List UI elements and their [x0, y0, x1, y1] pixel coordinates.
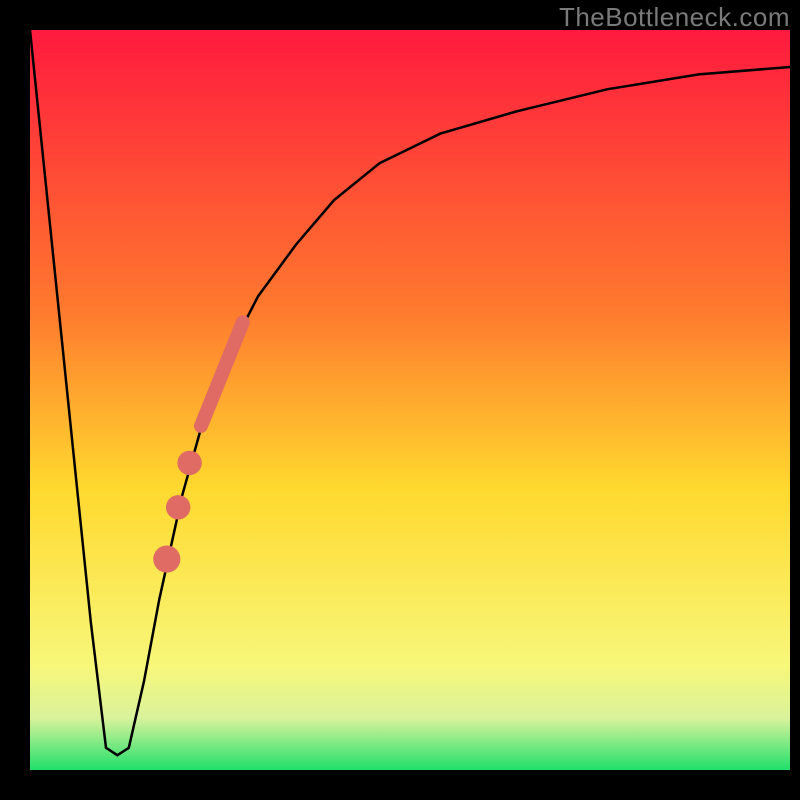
gradient-background [30, 30, 790, 770]
bottleneck-chart [0, 0, 800, 800]
dot-2 [166, 495, 190, 519]
chart-frame: TheBottleneck.com [0, 0, 800, 800]
dot-3 [153, 546, 180, 573]
watermark-text: TheBottleneck.com [559, 2, 790, 33]
dot-1 [177, 451, 201, 475]
